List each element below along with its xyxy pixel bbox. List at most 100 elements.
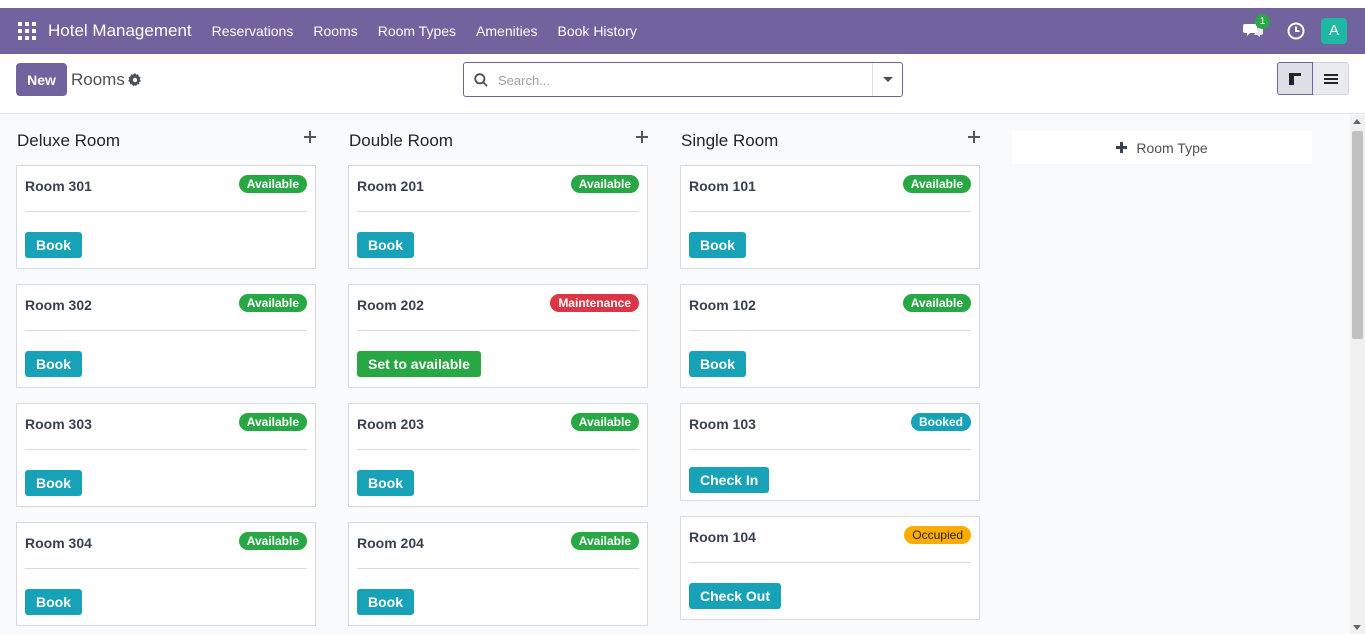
column-add-icon[interactable]: [636, 131, 648, 143]
room-name: Room 104: [689, 529, 756, 545]
status-badge: Available: [238, 532, 307, 550]
status-badge: Available: [238, 294, 307, 312]
top-strip: [0, 0, 1365, 8]
column-add-icon[interactable]: [304, 131, 316, 143]
room-name: Room 103: [689, 416, 756, 432]
set-available-button[interactable]: Set to available: [357, 351, 481, 377]
check-in-button[interactable]: Check In: [689, 467, 770, 493]
status-badge: Available: [238, 175, 307, 193]
card-divider: [25, 449, 307, 450]
apps-grid-icon[interactable]: [18, 22, 36, 40]
page-title: Rooms: [71, 70, 125, 89]
menu-reservations[interactable]: Reservations: [202, 8, 304, 54]
card-divider: [25, 568, 307, 569]
kanban-view-button[interactable]: [1277, 62, 1313, 95]
search-icon: [474, 73, 488, 87]
list-view-button[interactable]: [1313, 62, 1349, 95]
column-single-room: Single Room Room 101 Available Book Room…: [680, 115, 980, 620]
room-card[interactable]: Room 103 Booked Check In: [680, 403, 980, 501]
menu-room-types[interactable]: Room Types: [368, 8, 466, 54]
card-divider: [357, 568, 639, 569]
add-room-type-button[interactable]: Room Type: [1012, 131, 1312, 164]
column-title: Deluxe Room: [17, 131, 120, 150]
gear-icon[interactable]: [128, 73, 142, 87]
book-button[interactable]: Book: [25, 589, 82, 615]
column-header: Deluxe Room: [16, 115, 316, 165]
room-card[interactable]: Room 301 Available Book: [16, 165, 316, 269]
app-brand[interactable]: Hotel Management: [48, 21, 192, 41]
kanban-icon: [1289, 72, 1301, 85]
room-card[interactable]: Room 201 Available Book: [348, 165, 648, 269]
room-name: Room 201: [357, 178, 424, 194]
room-card[interactable]: Room 303 Available Book: [16, 403, 316, 507]
new-button[interactable]: New: [16, 63, 67, 96]
room-card[interactable]: Room 302 Available Book: [16, 284, 316, 388]
navbar-systray: 1 A: [1243, 8, 1347, 54]
book-button[interactable]: Book: [25, 470, 82, 496]
status-badge: Available: [238, 413, 307, 431]
scroll-thumb[interactable]: [1352, 131, 1363, 339]
plus-icon: [1116, 142, 1128, 153]
card-divider: [357, 449, 639, 450]
status-badge: Available: [570, 413, 639, 431]
menu-book-history[interactable]: Book History: [548, 8, 647, 54]
status-badge: Available: [570, 532, 639, 550]
book-button[interactable]: Book: [357, 232, 414, 258]
status-badge: Available: [902, 175, 971, 193]
room-card[interactable]: Room 104 Occupied Check Out: [680, 516, 980, 620]
kanban-board: Deluxe Room Room 301 Available Book Room…: [0, 115, 1350, 634]
room-name: Room 102: [689, 297, 756, 313]
column-header: Single Room: [680, 115, 980, 165]
card-divider: [689, 211, 971, 212]
status-badge: Maintenance: [550, 294, 639, 312]
room-card[interactable]: Room 203 Available Book: [348, 403, 648, 507]
status-badge: Available: [902, 294, 971, 312]
room-name: Room 301: [25, 178, 92, 194]
room-card[interactable]: Room 304 Available Book: [16, 522, 316, 626]
book-button[interactable]: Book: [689, 351, 746, 377]
check-out-button[interactable]: Check Out: [689, 583, 782, 609]
room-card[interactable]: Room 102 Available Book: [680, 284, 980, 388]
column-add-icon[interactable]: [968, 131, 980, 143]
room-name: Room 204: [357, 535, 424, 551]
status-badge: Booked: [910, 413, 971, 431]
room-name: Room 101: [689, 178, 756, 194]
book-button[interactable]: Book: [25, 351, 82, 377]
card-divider: [689, 449, 971, 450]
card-divider: [25, 330, 307, 331]
book-button[interactable]: Book: [357, 470, 414, 496]
book-button[interactable]: Book: [357, 589, 414, 615]
scroll-down-arrow-icon[interactable]: [1353, 625, 1361, 630]
top-navbar: Hotel Management Reservations Rooms Room…: [0, 8, 1365, 54]
scroll-up-arrow-icon[interactable]: [1353, 119, 1361, 124]
column-deluxe-room: Deluxe Room Room 301 Available Book Room…: [16, 115, 316, 626]
card-divider: [25, 211, 307, 212]
column-title: Double Room: [349, 131, 453, 150]
column-double-room: Double Room Room 201 Available Book Room…: [348, 115, 648, 626]
menu-amenities[interactable]: Amenities: [466, 8, 547, 54]
room-name: Room 202: [357, 297, 424, 313]
search-input[interactable]: [498, 69, 868, 91]
list-icon: [1323, 73, 1338, 84]
room-card[interactable]: Room 202 Maintenance Set to available: [348, 284, 648, 388]
card-divider: [689, 330, 971, 331]
user-avatar[interactable]: A: [1321, 18, 1347, 44]
room-name: Room 303: [25, 416, 92, 432]
chat-icon[interactable]: 1: [1243, 14, 1270, 41]
room-card[interactable]: Room 101 Available Book: [680, 165, 980, 269]
search-options-toggle[interactable]: [872, 63, 902, 96]
book-button[interactable]: Book: [689, 232, 746, 258]
search-box: [463, 62, 903, 97]
menu-rooms[interactable]: Rooms: [303, 8, 367, 54]
card-divider: [357, 330, 639, 331]
book-button[interactable]: Book: [25, 232, 82, 258]
room-name: Room 304: [25, 535, 92, 551]
status-badge: Occupied: [904, 526, 971, 544]
vertical-scrollbar[interactable]: [1350, 115, 1365, 634]
room-name: Room 203: [357, 416, 424, 432]
room-name: Room 302: [25, 297, 92, 313]
clock-icon[interactable]: [1287, 22, 1305, 40]
column-header: Double Room: [348, 115, 648, 165]
card-divider: [689, 562, 971, 563]
room-card[interactable]: Room 204 Available Book: [348, 522, 648, 626]
